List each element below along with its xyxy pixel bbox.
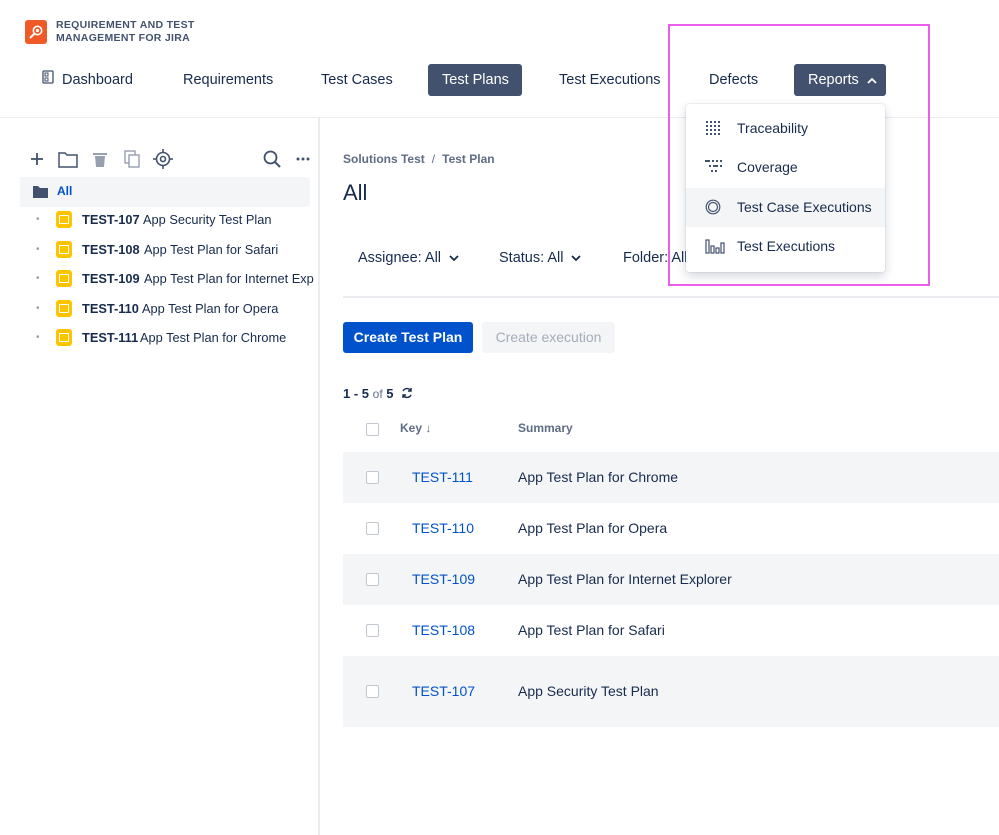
table-row[interactable]: TEST-107 App Security Test Plan — [343, 656, 999, 727]
breadcrumb: Solutions Test / Test Plan — [343, 152, 495, 166]
pager-of: of — [372, 387, 383, 401]
breadcrumb-item[interactable]: Test Plan — [442, 152, 494, 166]
sidebar: All • TEST-107 App Security Test Plan • … — [0, 118, 320, 835]
column-header-summary[interactable]: Summary — [518, 421, 573, 435]
crosshair-icon[interactable] — [152, 148, 174, 170]
nav-test-executions[interactable]: Test Executions — [545, 64, 675, 96]
tree-item-name: App Security Test Plan — [143, 212, 272, 227]
select-all-checkbox[interactable] — [366, 423, 379, 436]
row-summary: App Test Plan for Internet Explorer — [518, 571, 732, 587]
status-filter[interactable]: Status: All — [499, 250, 582, 266]
row-checkbox[interactable] — [366, 522, 379, 535]
test-plan-icon — [56, 211, 72, 228]
nav-test-plans[interactable]: Test Plans — [428, 64, 522, 96]
tree-item-name: App Test Plan for Internet Exp — [144, 271, 314, 286]
row-checkbox[interactable] — [366, 685, 379, 698]
test-plan-icon — [56, 300, 72, 317]
bullet-icon: • — [36, 332, 40, 343]
pager-total: 5 — [386, 386, 394, 401]
tree-item[interactable]: • TEST-109 App Test Plan for Internet Ex… — [0, 265, 318, 293]
brand-line-2: MANAGEMENT FOR JIRA — [56, 32, 191, 44]
nav-requirements[interactable]: Requirements — [169, 64, 287, 96]
test-plan-icon — [56, 241, 72, 258]
row-summary: App Test Plan for Safari — [518, 622, 665, 638]
folder-filled-icon — [33, 185, 48, 203]
row-summary: App Security Test Plan — [518, 683, 659, 699]
chevron-down-icon — [571, 250, 582, 266]
table-row[interactable]: TEST-111 App Test Plan for Chrome — [343, 452, 999, 503]
search-icon[interactable] — [261, 148, 283, 170]
page-title: All — [343, 180, 368, 205]
nav-test-cases[interactable]: Test Cases — [307, 64, 407, 96]
assignee-filter-label: Assignee: All — [358, 250, 442, 266]
tree-root-label: All — [57, 184, 73, 198]
bullet-icon: • — [36, 273, 40, 284]
row-checkbox[interactable] — [366, 573, 379, 586]
table-row[interactable]: TEST-110 App Test Plan for Opera — [343, 503, 999, 554]
annotation-highlight-box — [668, 24, 930, 286]
tree-item[interactable]: • TEST-111 App Test Plan for Chrome — [0, 324, 318, 352]
copy-icon[interactable] — [121, 148, 143, 170]
tree-item-key: TEST-109 — [82, 271, 140, 286]
row-key-link[interactable]: TEST-109 — [412, 571, 475, 587]
row-key-link[interactable]: TEST-111 — [412, 469, 473, 485]
create-execution-button: Create execution — [482, 322, 615, 353]
bullet-icon: • — [36, 214, 40, 225]
tree-item-name: App Test Plan for Chrome — [140, 330, 287, 345]
row-key-link[interactable]: TEST-110 — [412, 520, 474, 536]
row-key-link[interactable]: TEST-108 — [412, 622, 475, 638]
table-row[interactable]: TEST-109 App Test Plan for Internet Expl… — [343, 554, 999, 605]
create-test-plan-button[interactable]: Create Test Plan — [343, 322, 473, 353]
bullet-icon: • — [36, 303, 40, 314]
tree-item-key: TEST-107 — [82, 212, 140, 227]
assignee-filter[interactable]: Assignee: All — [358, 250, 459, 266]
row-checkbox[interactable] — [366, 471, 379, 484]
test-plan-icon — [56, 329, 72, 346]
dashboard-icon — [42, 64, 54, 96]
app-brand: REQUIREMENT AND TEST MANAGEMENT FOR JIRA — [56, 19, 236, 45]
app-logo-icon — [25, 20, 47, 44]
pager-range: 1 - 5 — [343, 386, 370, 401]
refresh-icon[interactable] — [401, 387, 413, 402]
trash-icon[interactable] — [89, 148, 111, 170]
pagination-summary: 1 - 5 of 5 — [343, 386, 413, 402]
folder-icon[interactable] — [57, 148, 79, 170]
row-summary: App Test Plan for Chrome — [518, 469, 679, 485]
table-row[interactable]: TEST-108 App Test Plan for Safari — [343, 605, 999, 656]
test-plan-icon — [56, 270, 72, 287]
row-checkbox[interactable] — [366, 624, 379, 637]
status-filter-label: Status: All — [499, 250, 564, 266]
chevron-down-icon — [449, 250, 459, 266]
nav-dashboard[interactable]: Dashboard — [28, 64, 147, 96]
more-icon[interactable] — [292, 148, 314, 170]
tree-item-key: TEST-110 — [82, 301, 139, 316]
tree-item[interactable]: • TEST-107 App Security Test Plan — [0, 206, 318, 234]
tree-item-key: TEST-108 — [82, 242, 140, 257]
tree-item-name: App Test Plan for Opera — [142, 301, 279, 316]
column-header-key[interactable]: Key ↓ — [400, 421, 431, 435]
breadcrumb-separator: / — [431, 152, 436, 166]
tree-item[interactable]: • TEST-108 App Test Plan for Safari — [0, 236, 318, 264]
bullet-icon: • — [36, 244, 40, 255]
nav-dashboard-label: Dashboard — [62, 72, 133, 88]
breadcrumb-item[interactable]: Solutions Test — [343, 152, 425, 166]
tree-item-key: TEST-111 — [82, 330, 139, 345]
brand-line-1: REQUIREMENT AND TEST — [56, 19, 195, 31]
tree-root-all[interactable]: All — [20, 177, 310, 207]
tree-item-name: App Test Plan for Safari — [144, 242, 279, 257]
row-summary: App Test Plan for Opera — [518, 520, 668, 536]
filter-divider — [343, 296, 999, 298]
plus-icon[interactable] — [26, 148, 48, 170]
tree-item[interactable]: • TEST-110 App Test Plan for Opera — [0, 295, 318, 323]
row-key-link[interactable]: TEST-107 — [412, 683, 475, 699]
